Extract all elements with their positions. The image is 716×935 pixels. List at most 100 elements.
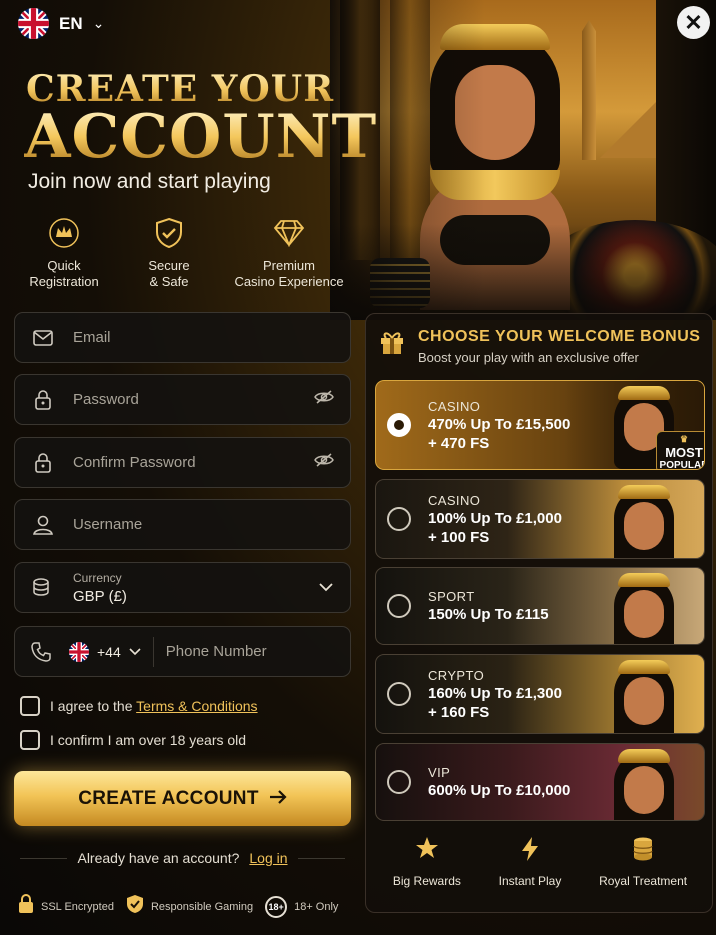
radio-unselected[interactable] xyxy=(387,594,411,618)
bonus-option-crypto-160[interactable]: CRYPTO 160% Up To £1,300 + 160 FS xyxy=(375,654,705,734)
bonus-category: CRYPTO xyxy=(428,667,485,683)
crown-icon xyxy=(47,216,81,250)
bonus-line2: + 100 FS xyxy=(428,528,490,546)
cleopatra-thumbnail xyxy=(564,568,704,644)
age-label: I confirm I am over 18 years old xyxy=(50,732,247,748)
cleopatra-thumbnail xyxy=(564,480,704,558)
login-prompt: Already have an account? xyxy=(77,850,240,866)
terms-checkbox-row[interactable]: I agree to the Terms & Conditions xyxy=(20,696,258,716)
create-account-button[interactable]: CREATE ACCOUNT xyxy=(14,771,351,826)
phone-icon xyxy=(31,641,51,662)
currency-select[interactable]: Currency GBP (£) xyxy=(14,562,351,613)
phone-number-input[interactable] xyxy=(165,643,365,660)
eye-off-icon[interactable] xyxy=(314,452,334,473)
responsible-gaming-badge: Responsible Gaming xyxy=(126,894,253,919)
lightning-icon xyxy=(520,836,540,862)
diamond-icon xyxy=(272,216,306,250)
bonus-line1: 160% Up To £1,300 xyxy=(428,684,562,702)
trust-badges: SSL Encrypted Responsible Gaming 18+ 18+… xyxy=(18,894,338,919)
user-icon xyxy=(31,515,55,535)
bonus-title: CHOOSE YOUR WELCOME BONUS xyxy=(418,328,701,345)
bonus-category: SPORT xyxy=(428,589,475,604)
age-restriction-badge: 18+ 18+ Only xyxy=(265,895,338,918)
18-plus-icon: 18+ xyxy=(265,895,288,918)
uk-flag-icon xyxy=(69,641,89,662)
perk-label: Royal Treatment xyxy=(599,874,688,888)
password-field[interactable] xyxy=(14,374,351,425)
feature-label: Quick Registration xyxy=(29,258,99,289)
chevron-down-icon xyxy=(129,643,141,661)
close-button[interactable]: ✕ xyxy=(677,6,710,39)
divider xyxy=(20,857,68,859)
bonus-category: VIP xyxy=(428,765,451,780)
badge-label: SSL Encrypted xyxy=(41,900,114,913)
gift-icon xyxy=(378,328,406,356)
star-icon xyxy=(415,836,439,862)
radio-unselected[interactable] xyxy=(387,682,411,706)
badge-label: Responsible Gaming xyxy=(150,900,254,913)
radio-unselected[interactable] xyxy=(387,770,411,794)
bonus-option-vip-600[interactable]: VIP 600% Up To £10,000 xyxy=(375,743,705,821)
most-popular-badge: ♛ MOST POPULAR xyxy=(656,431,704,469)
bonus-line1: 150% Up To £115 xyxy=(428,606,549,623)
bonus-option-casino-100[interactable]: CASINO 100% Up To £1,000 + 100 FS xyxy=(375,479,705,559)
terms-link[interactable]: Terms & Conditions xyxy=(136,698,257,714)
confirm-password-field[interactable] xyxy=(14,437,351,488)
bonus-category: CASINO xyxy=(428,492,481,508)
bonus-line1: 600% Up To £10,000 xyxy=(428,782,571,799)
confirm-password-input[interactable] xyxy=(73,454,314,471)
radio-selected[interactable] xyxy=(387,413,411,437)
feature-label: Secure & Safe xyxy=(148,258,190,289)
lock-icon xyxy=(31,452,55,473)
lock-icon xyxy=(31,389,55,410)
perk-label: Instant Play xyxy=(498,874,562,888)
bonus-header: CHOOSE YOUR WELCOME BONUS Boost your pla… xyxy=(378,328,700,365)
currency-value: GBP (£) xyxy=(73,587,127,605)
signup-modal: EN ⌄ ✕ CREATE YOUR ACCOUNT Join now and … xyxy=(0,0,716,935)
chevron-down-icon: ⌄ xyxy=(92,15,105,31)
eye-off-icon[interactable] xyxy=(314,389,334,410)
uk-flag-icon xyxy=(18,8,49,39)
create-account-label: CREATE ACCOUNT xyxy=(78,787,259,809)
phone-code: +44 xyxy=(97,643,121,660)
terms-checkbox[interactable] xyxy=(20,696,40,716)
ssl-badge: SSL Encrypted xyxy=(18,894,114,919)
perk-royal-treatment: Royal Treatment xyxy=(599,836,687,888)
phone-field[interactable]: +44 xyxy=(14,626,365,677)
bonus-line1: 100% Up To £1,000 xyxy=(428,509,562,527)
close-icon: ✕ xyxy=(684,9,703,35)
arrow-right-icon xyxy=(269,788,287,810)
feature-quick-registration: Quick Registration xyxy=(14,216,114,290)
lock-icon xyxy=(18,894,34,919)
bonus-option-sport-150[interactable]: SPORT 150% Up To £115 xyxy=(375,567,705,645)
feature-label: Premium Casino Experience xyxy=(234,258,344,289)
feature-secure: Secure & Safe xyxy=(119,216,219,290)
coins-icon xyxy=(631,836,655,862)
username-field[interactable] xyxy=(14,499,351,550)
password-input[interactable] xyxy=(73,391,314,408)
divider xyxy=(297,857,346,859)
login-link[interactable]: Log in xyxy=(249,850,287,866)
phone-country-code-select[interactable]: +44 xyxy=(69,636,154,667)
welcome-bonus-panel: CHOOSE YOUR WELCOME BONUS Boost your pla… xyxy=(365,313,713,913)
email-field[interactable] xyxy=(14,312,351,363)
currency-label: Currency xyxy=(73,570,122,585)
mail-icon xyxy=(31,329,55,346)
chevron-down-icon xyxy=(318,579,334,597)
bonus-subtitle: Boost your play with an exclusive offer xyxy=(418,350,639,365)
username-input[interactable] xyxy=(73,516,334,533)
cleopatra-thumbnail xyxy=(564,655,704,733)
bonus-option-casino-470[interactable]: CASINO 470% Up To £15,500 + 470 FS ♛ MOS… xyxy=(375,380,705,470)
age-checkbox-row[interactable]: I confirm I am over 18 years old xyxy=(20,730,246,750)
email-input[interactable] xyxy=(73,329,334,346)
age-checkbox[interactable] xyxy=(20,730,40,750)
crown-icon: ♛ xyxy=(679,433,689,444)
feature-list: Quick Registration Secure & Safe Premium… xyxy=(14,216,354,290)
radio-unselected[interactable] xyxy=(387,507,411,531)
coins-icon xyxy=(31,577,55,598)
login-row: Already have an account? Log in xyxy=(20,850,346,866)
language-selector[interactable]: EN ⌄ xyxy=(18,8,104,39)
shield-check-icon xyxy=(152,216,186,250)
perk-label: Big Rewards xyxy=(392,874,461,888)
perk-instant-play: Instant Play xyxy=(498,836,562,888)
